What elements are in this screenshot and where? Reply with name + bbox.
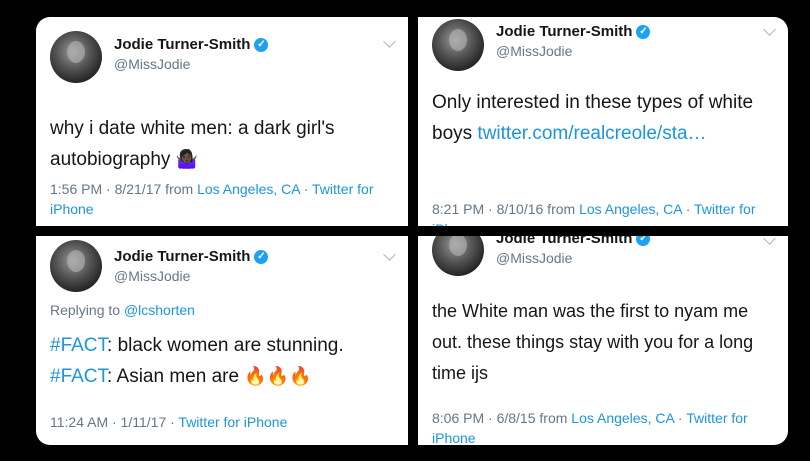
timestamp[interactable]: 8:21 PM · 8/10/16 from <box>432 201 579 217</box>
tweet-link[interactable]: twitter.com/realcreole/sta… <box>477 123 706 144</box>
tweet-card-3[interactable]: Jodie Turner-Smith ✓ @MissJodie Replying … <box>36 236 408 445</box>
separator: · <box>674 410 687 426</box>
chevron-down-icon[interactable] <box>763 236 776 245</box>
avatar[interactable] <box>50 31 102 83</box>
fire-emoji-icon: 🔥🔥🔥 <box>244 366 312 386</box>
tweet-meta: 11:24 AM · 1/11/17 · Twitter for iPhone <box>50 412 390 432</box>
author-handle[interactable]: @MissJodie <box>114 56 190 72</box>
tweet-text: the White man was the first to nyam me o… <box>432 301 754 383</box>
verified-badge-icon: ✓ <box>636 236 651 247</box>
tweet-line-2: #FACT: Asian men are 🔥🔥🔥 <box>50 361 400 392</box>
location-link[interactable]: Los Angeles, CA <box>571 410 674 426</box>
author-name[interactable]: Jodie Turner-Smith ✓ <box>114 36 269 53</box>
author-name-text: Jodie Turner-Smith <box>114 36 251 53</box>
reply-context: Replying to @lcshorten <box>50 302 195 318</box>
avatar[interactable] <box>432 236 484 276</box>
chevron-down-icon[interactable] <box>383 35 396 48</box>
location-link[interactable]: Los Angeles, CA <box>197 181 300 197</box>
tweet-meta: 1:56 PM · 8/21/17 from Los Angeles, CA ·… <box>50 179 390 219</box>
separator: · <box>299 181 313 197</box>
verified-badge-icon: ✓ <box>636 25 651 40</box>
tweet-text: why i date white men: a dark girl's auto… <box>50 113 380 175</box>
tweet-meta: 8:21 PM · 8/10/16 from Los Angeles, CA ·… <box>432 199 772 226</box>
tweet-text-content: : black women are stunning. <box>107 335 344 356</box>
tweet-card-2[interactable]: Jodie Turner-Smith ✓ @MissJodie Only inte… <box>418 17 788 226</box>
chevron-down-icon[interactable] <box>383 248 396 261</box>
avatar[interactable] <box>50 240 102 292</box>
chevron-down-icon[interactable] <box>763 23 776 36</box>
verified-badge-icon: ✓ <box>254 250 269 265</box>
author-name-text: Jodie Turner-Smith <box>496 23 633 40</box>
author-name-text: Jodie Turner-Smith <box>496 236 633 247</box>
timestamp[interactable]: 1:56 PM · 8/21/17 from <box>50 181 197 197</box>
shrug-emoji-icon: 🤷🏿‍♀️ <box>175 149 199 169</box>
avatar[interactable] <box>432 19 484 71</box>
location-link[interactable]: Los Angeles, CA <box>579 201 682 217</box>
tweet-card-1[interactable]: Jodie Turner-Smith ✓ @MissJodie why i dat… <box>36 17 408 226</box>
tweet-text-content: : Asian men are <box>107 366 245 387</box>
separator: · <box>681 201 695 217</box>
verified-badge-icon: ✓ <box>254 38 269 53</box>
tweet-line-1: #FACT: black women are stunning. <box>50 330 400 361</box>
timestamp[interactable]: 11:24 AM · 1/11/17 · <box>50 414 178 430</box>
author-handle[interactable]: @MissJodie <box>496 250 572 266</box>
author-handle[interactable]: @MissJodie <box>114 268 190 284</box>
tweet-card-4[interactable]: Jodie Turner-Smith ✓ @MissJodie the White… <box>418 236 788 445</box>
timestamp[interactable]: 8:06 PM · 6/8/15 from <box>432 410 571 426</box>
tweet-text: #FACT: black women are stunning. #FACT: … <box>50 330 400 392</box>
author-name-text: Jodie Turner-Smith <box>114 248 251 265</box>
source-link[interactable]: Twitter for iPhone <box>178 414 287 430</box>
author-name[interactable]: Jodie Turner-Smith ✓ <box>496 23 651 40</box>
reply-to-link[interactable]: @lcshorten <box>124 302 195 318</box>
reply-prefix: Replying to <box>50 302 124 318</box>
hashtag-link[interactable]: #FACT <box>50 366 107 387</box>
tweet-text: Only interested in these types of white … <box>432 87 762 149</box>
hashtag-link[interactable]: #FACT <box>50 335 107 356</box>
tweet-meta: 8:06 PM · 6/8/15 from Los Angeles, CA · … <box>432 408 772 445</box>
author-name[interactable]: Jodie Turner-Smith ✓ <box>496 236 651 247</box>
author-name[interactable]: Jodie Turner-Smith ✓ <box>114 248 269 265</box>
author-handle[interactable]: @MissJodie <box>496 43 572 59</box>
